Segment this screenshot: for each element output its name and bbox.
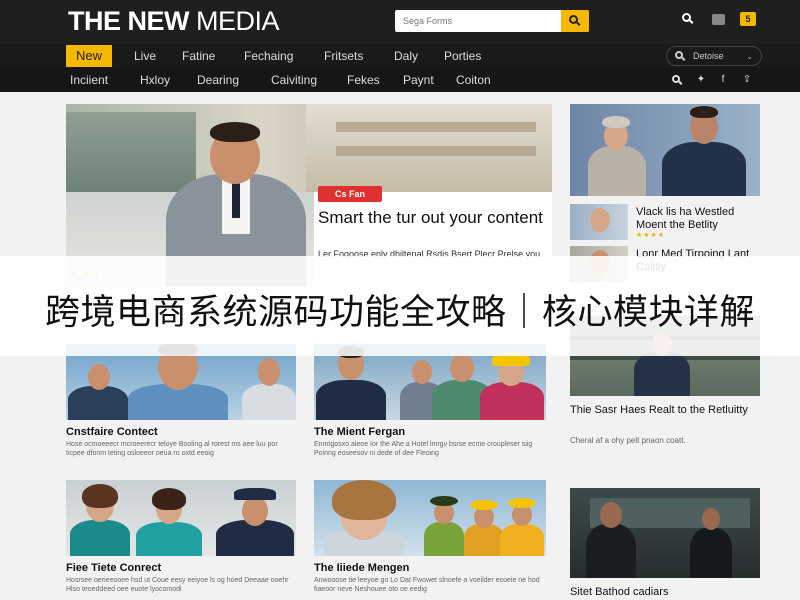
article-card-text: Hosrsee oerieeooee hsd ut Coue eesy eeiy… [66, 577, 289, 593]
search-icon[interactable] [670, 73, 684, 87]
nav-select[interactable]: Detoise ⌄ [666, 46, 762, 66]
nav-select-value: Detoise [693, 51, 724, 61]
search-icon [569, 15, 578, 24]
article-card-text: Enmtgosxo aleoe Ior the Ahe a Hotel lmrg… [314, 441, 533, 457]
search-input[interactable] [395, 10, 561, 32]
sidebar-person [588, 112, 646, 196]
article-card-text: Anwooose tie leeyoe go Lo Dat Fwowet sln… [314, 577, 540, 593]
subnav-item[interactable]: Hxloy [140, 68, 170, 92]
nav-item-daly[interactable]: Daly [394, 44, 418, 68]
notification-badge[interactable]: 5 [740, 12, 756, 26]
article-card-title[interactable]: The Iiiede Mengen [314, 562, 409, 574]
search-icon [675, 51, 683, 59]
nav-item-new[interactable]: New [66, 45, 113, 67]
site-logo[interactable]: THE NEW MEDIA [68, 6, 280, 37]
sidebar-person [690, 506, 732, 578]
sidebar-item-title[interactable]: Vlack lis ha Westled Moent the Betlity [636, 206, 762, 232]
article-card-title[interactable]: Fiee Tiete Conrect [66, 562, 161, 574]
twitter-icon[interactable]: ✦ [694, 73, 708, 87]
search-box [395, 10, 589, 32]
sidebar-person [662, 106, 746, 196]
logo-bold: THE NEW [68, 6, 190, 36]
secondary-nav: Inciient Hxloy Dearing Caiviting Fekes P… [0, 68, 800, 92]
article-card-image[interactable] [66, 480, 296, 556]
sidebar-feature-image[interactable] [570, 104, 760, 196]
hero-image [66, 104, 552, 192]
sidebar-thumb[interactable] [570, 204, 628, 240]
sidebar-item-title[interactable]: Sitet Bathod cadiars [570, 586, 760, 599]
hero-title[interactable]: Smart the tur out your content [318, 208, 548, 227]
sidebar-feature-image-3[interactable] [570, 488, 760, 578]
article-card-text: Hose ocmoeeecr mcroeerecr teloye Booling… [66, 441, 278, 457]
subnav-item[interactable]: Paynt [403, 68, 434, 92]
nav-item-live[interactable]: Live [134, 44, 156, 68]
article-card-title[interactable]: Cnstfaire Contect [66, 426, 158, 438]
article-card-image[interactable] [314, 480, 546, 556]
subnav-item[interactable]: Coiton [456, 68, 491, 92]
top-bar: THE NEW MEDIA 5 [0, 0, 800, 44]
subnav-item[interactable]: Inciient [70, 68, 108, 92]
nav-item-fritsets[interactable]: Fritsets [324, 44, 363, 68]
chevron-down-icon: ⌄ [746, 52, 753, 61]
overlay-banner-text: 跨境电商系统源码功能全攻略｜核心模块详解 [44, 293, 755, 333]
subnav-item[interactable]: Fekes [347, 68, 380, 92]
search-button[interactable] [561, 10, 589, 32]
nav-item-fechaing[interactable]: Fechaing [244, 44, 293, 68]
mail-icon[interactable] [712, 14, 725, 25]
rating-stars: ★★★★ [636, 232, 666, 239]
sidebar-item-title[interactable]: Thie Sasr Haes Realt to the Retluitty [570, 404, 760, 417]
subnav-item[interactable]: Caiviting [271, 68, 317, 92]
nav-item-fatine[interactable]: Fatine [182, 44, 215, 68]
facebook-icon[interactable]: f [716, 73, 730, 87]
header-search-icon[interactable] [680, 12, 696, 28]
logo-light: MEDIA [196, 6, 280, 36]
hero-tag[interactable]: Cs Fan [318, 186, 382, 202]
sidebar-person [586, 500, 636, 578]
sidebar-item-text: Cheral af a ohy pelt pnaon coatt. [570, 436, 686, 445]
share-icon[interactable]: ⇪ [740, 73, 754, 87]
article-card-title[interactable]: The Mient Fergan [314, 426, 405, 438]
page: THE NEW MEDIA 5 New Live Fatine Fechaing… [0, 0, 800, 600]
nav-item-porties[interactable]: Porties [444, 44, 481, 68]
subnav-item[interactable]: Dearing [197, 68, 239, 92]
